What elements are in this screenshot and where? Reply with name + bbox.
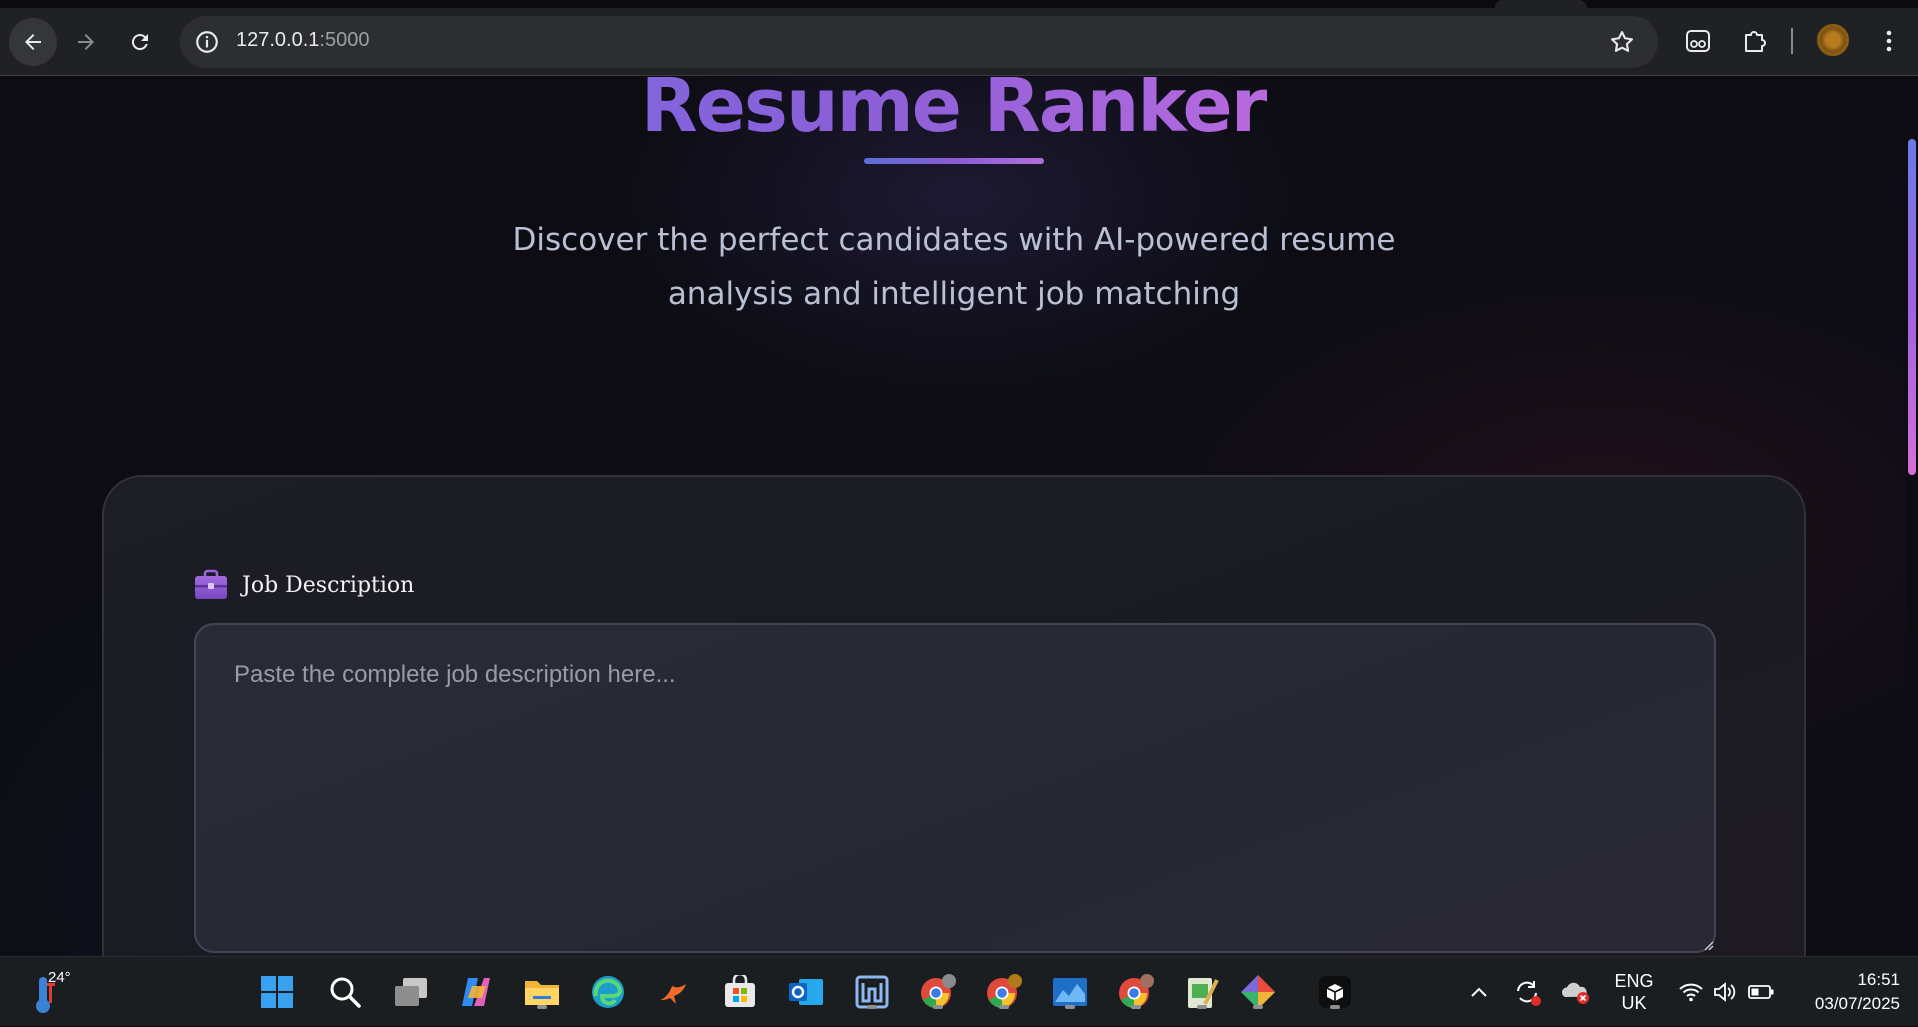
profile-avatar[interactable] <box>1817 24 1849 56</box>
search-icon <box>330 977 361 1008</box>
copilot-icon <box>462 978 490 1006</box>
clock-time: 16:51 <box>1857 970 1900 989</box>
back-button[interactable] <box>9 18 57 66</box>
reading-mode-button[interactable] <box>1681 24 1715 58</box>
browser-menu-button[interactable] <box>1872 24 1906 58</box>
keyboard-layout: UK <box>1621 993 1647 1013</box>
running-indicator <box>1065 1005 1075 1009</box>
url-host: 127.0.0.1 <box>236 29 320 51</box>
url-port: :5000 <box>319 29 370 51</box>
running-indicator <box>1330 1005 1340 1009</box>
onedrive-tray-icon[interactable] <box>1558 957 1592 1027</box>
box-icon <box>1319 976 1351 1008</box>
briefcase-icon <box>195 569 227 599</box>
bookmark-star-icon[interactable] <box>1608 28 1636 56</box>
language-indicator[interactable]: ENG UK <box>1604 957 1664 1027</box>
browser-toolbar: 127.0.0.1:5000 <box>0 0 1918 76</box>
glasses-icon <box>1686 30 1710 52</box>
folder-icon <box>525 981 559 1005</box>
job-description-input[interactable] <box>194 623 1716 953</box>
chart-app-button[interactable] <box>1049 971 1091 1013</box>
task-view-icon <box>395 978 427 1006</box>
running-indicator <box>1253 1005 1263 1009</box>
chrome-profile-3-button[interactable] <box>1115 971 1157 1013</box>
microsoft-store-button[interactable] <box>719 971 761 1013</box>
forward-button[interactable] <box>62 18 110 66</box>
job-description-card: Job Description <box>102 475 1806 956</box>
job-description-label-text: Job Description <box>242 572 415 598</box>
copilot-button[interactable] <box>455 971 497 1013</box>
clock[interactable]: 16:51 03/07/2025 <box>1790 957 1900 1027</box>
windows-logo-icon <box>261 976 293 1008</box>
resize-grip-icon[interactable] <box>1702 939 1714 951</box>
wifi-icon <box>1679 983 1703 1002</box>
clock-date: 03/07/2025 <box>1814 994 1900 1013</box>
page-subtitle: Discover the perfect candidates with AI-… <box>512 222 1396 312</box>
address-bar[interactable]: 127.0.0.1:5000 <box>180 16 1658 68</box>
maze-icon <box>855 975 889 1009</box>
page-viewport: Resume Ranker Discover the perfect candi… <box>0 77 1918 956</box>
scrollbar-thumb[interactable] <box>1908 139 1916 475</box>
running-indicator <box>999 1005 1009 1009</box>
chrome-profile-2-button[interactable] <box>983 971 1025 1013</box>
running-indicator <box>537 1005 547 1009</box>
page-scrollbar[interactable] <box>1906 77 1918 956</box>
speaker-icon <box>1714 982 1736 1002</box>
sync-tray-icon[interactable] <box>1510 957 1544 1027</box>
arrow-right-icon <box>78 34 94 50</box>
wifi-status[interactable] <box>1674 957 1708 1027</box>
box-app-button[interactable] <box>1314 971 1356 1013</box>
start-button[interactable] <box>256 971 298 1013</box>
url-text: 127.0.0.1:5000 <box>236 29 369 52</box>
cloud-error-icon <box>1561 982 1589 1004</box>
running-indicator <box>933 1005 943 1009</box>
arrow-left-icon <box>25 34 41 50</box>
chrome-profile-1-button[interactable] <box>917 971 959 1013</box>
chevron-up-icon <box>1471 987 1487 997</box>
title-underline <box>864 158 1044 164</box>
extensions-button[interactable] <box>1737 24 1771 58</box>
active-tab-edge[interactable] <box>1495 0 1587 8</box>
job-description-label: Job Description <box>194 569 414 601</box>
tab-strip <box>0 0 1918 8</box>
page-title: Resume Ranker <box>0 77 1906 149</box>
app-bird-button[interactable] <box>653 971 695 1013</box>
notepad-app-button[interactable] <box>1181 971 1223 1013</box>
weather-temperature: 24° <box>48 969 71 986</box>
battery-status[interactable] <box>1744 957 1778 1027</box>
edge-button[interactable] <box>587 971 629 1013</box>
outlook-button[interactable] <box>785 971 827 1013</box>
more-vert-icon <box>1886 30 1892 52</box>
store-icon <box>725 975 755 1007</box>
file-explorer-button[interactable] <box>521 971 563 1013</box>
sync-icon <box>1517 981 1541 1006</box>
running-indicator <box>867 1005 877 1009</box>
site-info-icon[interactable] <box>194 29 220 55</box>
running-indicator <box>1197 1005 1207 1009</box>
volume-status[interactable] <box>1708 957 1740 1027</box>
puzzle-icon <box>1745 31 1766 52</box>
outlook-icon <box>789 979 823 1005</box>
windows-taskbar: 24° ENG UK 16:51 03/07/2025 <box>0 956 1918 1026</box>
edge-icon <box>592 976 624 1008</box>
battery-icon <box>1748 985 1774 999</box>
reload-button[interactable] <box>116 18 164 66</box>
running-indicator <box>1131 1005 1141 1009</box>
chart-app-icon <box>1053 978 1087 1006</box>
bird-icon <box>660 984 686 1004</box>
maze-app-button[interactable] <box>851 971 893 1013</box>
task-view-button[interactable] <box>390 971 432 1013</box>
git-app-button[interactable] <box>1237 971 1279 1013</box>
taskbar-search-button[interactable] <box>324 971 366 1013</box>
show-hidden-icons-button[interactable] <box>1462 957 1496 1027</box>
language-code: ENG <box>1614 971 1654 991</box>
reload-icon <box>131 34 148 51</box>
toolbar-divider <box>1791 28 1793 54</box>
